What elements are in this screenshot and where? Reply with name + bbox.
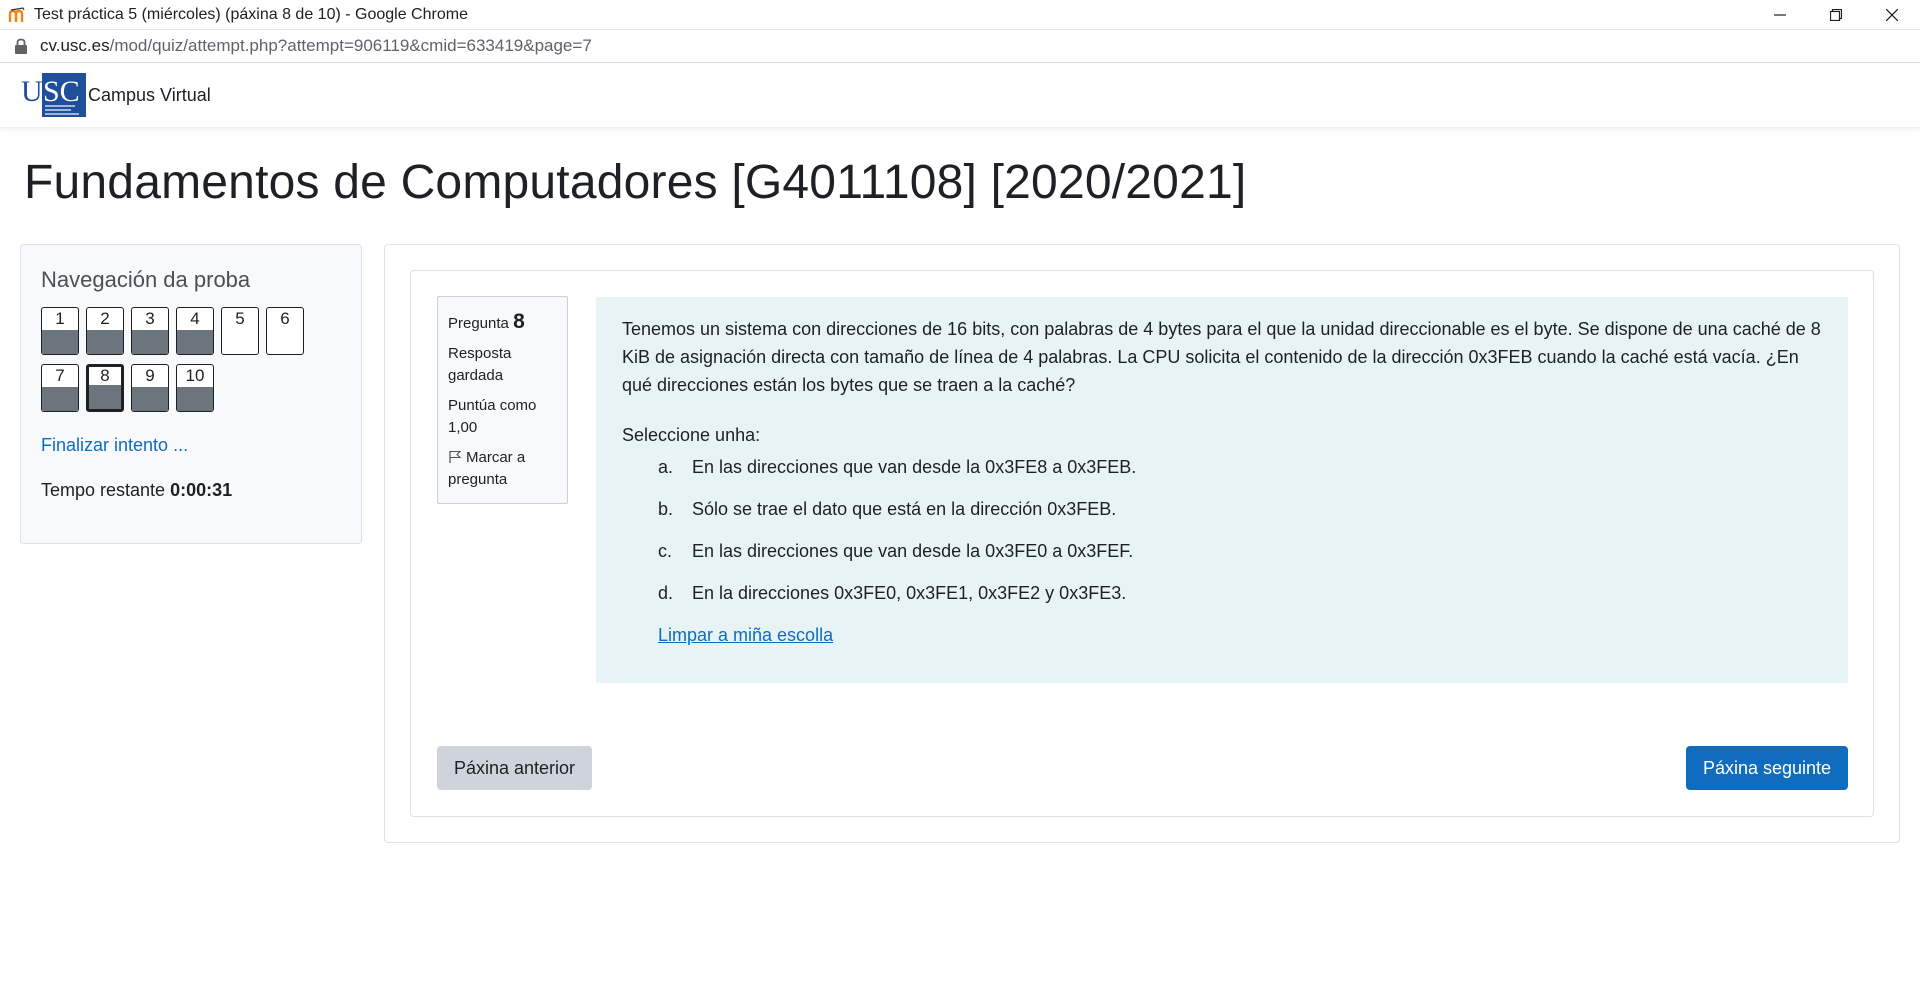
answered-indicator bbox=[87, 330, 123, 354]
moodle-favicon-icon bbox=[8, 6, 25, 22]
answer-option-d[interactable]: d. En la direcciones 0x3FE0, 0x3FE1, 0x3F… bbox=[658, 579, 1822, 607]
answered-indicator bbox=[89, 385, 121, 409]
quiz-nav-button-1[interactable]: 1 bbox=[41, 307, 79, 355]
question-number: 8 bbox=[513, 310, 525, 333]
window-title: Test práctica 5 (miércoles) (páxina 8 de… bbox=[34, 5, 468, 23]
quiz-nav-button-label: 8 bbox=[100, 366, 110, 385]
answer-text: En las direcciones que van desde la 0x3F… bbox=[692, 457, 1137, 477]
quiz-nav-button-label: 3 bbox=[145, 309, 155, 328]
answer-prompt: Seleccione unha: bbox=[622, 425, 761, 445]
answer-text: Sólo se trae el dato que está en la dire… bbox=[692, 499, 1117, 519]
quiz-nav-button-9[interactable]: 9 bbox=[131, 364, 169, 412]
flag-question-toggle[interactable]: Marcar a pregunta bbox=[448, 447, 557, 491]
address-bar[interactable]: cv.usc.es/mod/quiz/attempt.php?attempt=9… bbox=[0, 30, 1920, 63]
question-info: Pregunta 8 Resposta gardada Puntúa como … bbox=[437, 296, 568, 504]
quiz-nav-button-label: 9 bbox=[145, 366, 155, 385]
usc-logo[interactable]: U SC bbox=[20, 73, 86, 117]
logo-letter-u: U bbox=[21, 75, 43, 108]
quiz-nav-button-10[interactable]: 10 bbox=[176, 364, 214, 412]
question-label: Pregunta bbox=[448, 315, 509, 332]
restore-button[interactable] bbox=[1808, 0, 1864, 29]
answer-text: En la direcciones 0x3FE0, 0x3FE1, 0x3FE2… bbox=[692, 583, 1127, 603]
quiz-nav-button-6[interactable]: 6 bbox=[266, 307, 304, 355]
question-formulation: Tenemos un sistema con direcciones de 16… bbox=[596, 297, 1848, 683]
finish-attempt-link[interactable]: Finalizar intento ... bbox=[41, 435, 341, 456]
quiz-nav-button-label: 4 bbox=[190, 309, 200, 328]
site-brand[interactable]: Campus Virtual bbox=[88, 85, 211, 106]
logo-letters-sc: SC bbox=[43, 75, 80, 108]
answered-indicator bbox=[177, 387, 213, 411]
quiz-nav-button-label: 2 bbox=[100, 309, 110, 328]
quiz-navigation-block: Navegación da proba 1 2 3 4 5 6 7 8 9 10 Finaliza… bbox=[20, 244, 362, 544]
answer-text: En las direcciones que van desde la 0x3F… bbox=[692, 541, 1134, 561]
answer-list: a. En las direcciones que van desde la 0x… bbox=[622, 453, 1822, 607]
quiz-nav-button-label: 1 bbox=[55, 309, 65, 328]
url-path: /mod/quiz/attempt.php?attempt=906119&cmi… bbox=[109, 36, 592, 55]
quiz-nav-button-5[interactable]: 5 bbox=[221, 307, 259, 355]
answered-indicator bbox=[177, 330, 213, 354]
answered-indicator bbox=[42, 387, 78, 411]
url-text[interactable]: cv.usc.es/mod/quiz/attempt.php?attempt=9… bbox=[40, 36, 592, 56]
restore-icon bbox=[1830, 8, 1842, 21]
answered-indicator bbox=[42, 330, 78, 354]
lock-icon bbox=[15, 38, 27, 54]
time-remaining-value: 0:00:31 bbox=[170, 480, 233, 500]
close-button[interactable] bbox=[1864, 0, 1920, 29]
quiz-nav-button-8[interactable]: 8 bbox=[86, 364, 124, 412]
answer-option-b[interactable]: b. Sólo se trae el dato que está en la di… bbox=[658, 495, 1822, 523]
previous-page-button[interactable]: Páxina anterior bbox=[437, 746, 592, 790]
quiz-nav-button-label: 10 bbox=[185, 366, 205, 385]
page-title: Fundamentos de Computadores [G4011108] [… bbox=[24, 156, 1247, 209]
minimize-icon bbox=[1774, 13, 1786, 16]
answered-indicator bbox=[132, 330, 168, 354]
answer-letter: b. bbox=[658, 499, 674, 519]
question-text: Tenemos un sistema con direcciones de 16… bbox=[622, 319, 1821, 395]
quiz-nav-button-label: 5 bbox=[235, 309, 245, 328]
answered-indicator bbox=[132, 387, 168, 411]
site-navbar: U SC Campus Virtual bbox=[0, 63, 1920, 127]
close-icon bbox=[1886, 8, 1898, 21]
flag-icon bbox=[449, 450, 462, 463]
quiz-nav-button-3[interactable]: 3 bbox=[131, 307, 169, 355]
minimize-button[interactable] bbox=[1752, 0, 1808, 29]
answer-letter: d. bbox=[658, 583, 674, 603]
quiz-nav-button-label: 7 bbox=[55, 366, 65, 385]
answer-letter: a. bbox=[658, 457, 674, 477]
next-page-button[interactable]: Páxina seguinte bbox=[1686, 746, 1848, 790]
quiz-nav-button-7[interactable]: 7 bbox=[41, 364, 79, 412]
clear-choice-link[interactable]: Limpar a miña escolla bbox=[658, 621, 833, 649]
quiz-nav-button-label: 6 bbox=[280, 309, 290, 328]
window-controls bbox=[1752, 0, 1920, 29]
question-state: Resposta gardada bbox=[448, 345, 512, 384]
quiz-nav-grid: 1 2 3 4 5 6 7 8 9 10 bbox=[41, 307, 341, 421]
quiz-nav-heading: Navegación da proba bbox=[41, 267, 251, 292]
answer-option-c[interactable]: c. En las direcciones que van desde la 0x… bbox=[658, 537, 1822, 565]
time-remaining-label: Tempo restante bbox=[41, 480, 166, 500]
quiz-nav-button-4[interactable]: 4 bbox=[176, 307, 214, 355]
question-score: Puntúa como 1,00 bbox=[448, 397, 537, 436]
answer-letter: c. bbox=[658, 541, 673, 561]
time-remaining: Tempo restante 0:00:31 bbox=[41, 480, 341, 501]
browser-titlebar: Test práctica 5 (miércoles) (páxina 8 de… bbox=[0, 0, 1920, 30]
url-host: cv.usc.es bbox=[40, 36, 110, 55]
quiz-nav-button-2[interactable]: 2 bbox=[86, 307, 124, 355]
answer-option-a[interactable]: a. En las direcciones que van desde la 0x… bbox=[658, 453, 1822, 481]
